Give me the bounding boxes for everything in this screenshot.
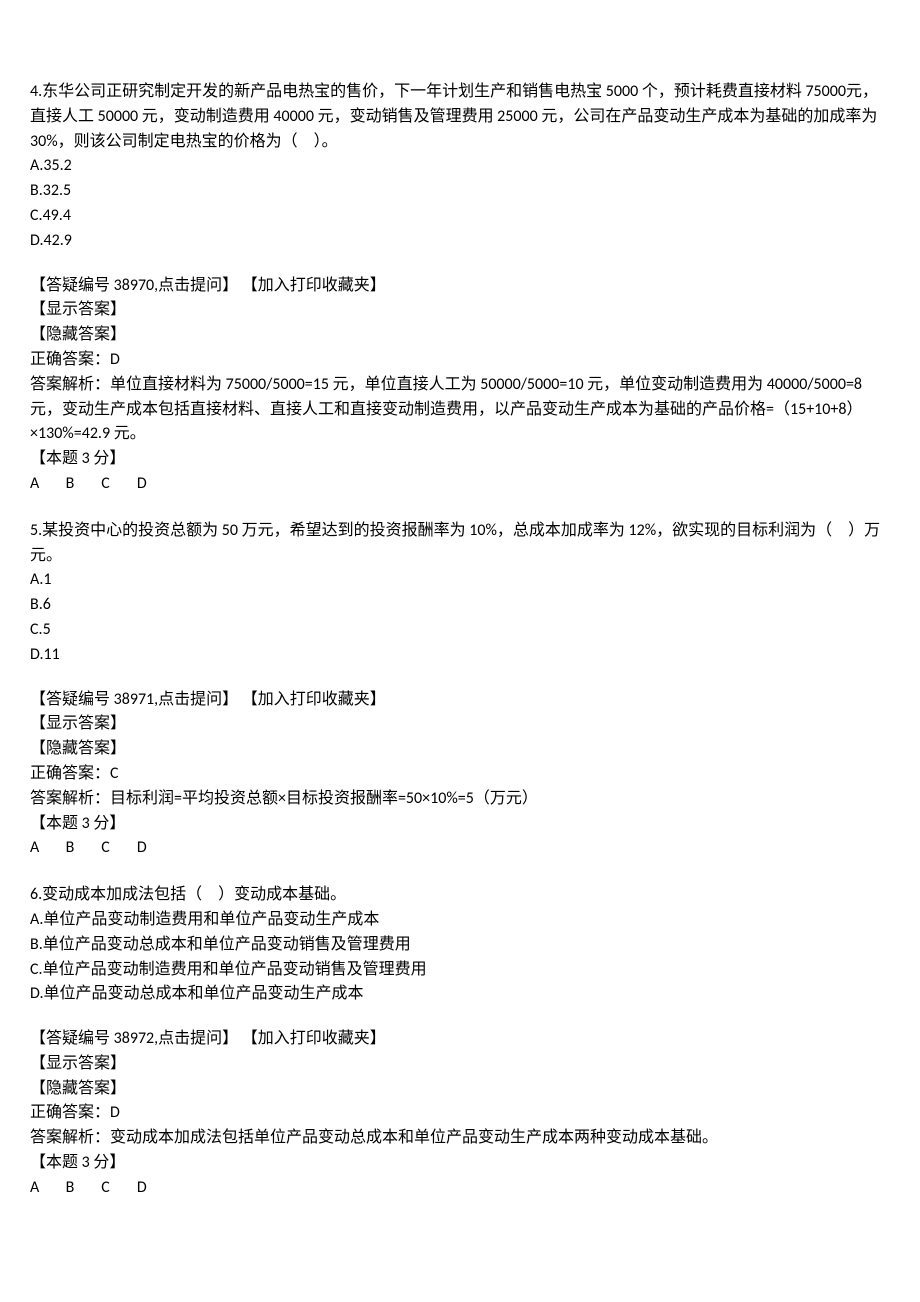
- choice-b[interactable]: B: [66, 1176, 98, 1201]
- answer-explanation: 答案解析：目标利润=平均投资总额×目标投资报酬率=50×10%=5（万元）: [30, 787, 890, 812]
- option-a[interactable]: A.1: [30, 568, 890, 593]
- option-a[interactable]: A.单位产品变动制造费用和单位产品变动生产成本: [30, 908, 890, 933]
- question-4: 4.东华公司正研究制定开发的新产品电热宝的售价，下一年计划生产和销售电热宝 50…: [30, 80, 890, 497]
- choice-a[interactable]: A: [30, 472, 62, 497]
- choice-d[interactable]: D: [137, 836, 169, 861]
- hide-answer-link[interactable]: 【隐藏答案】: [30, 737, 890, 762]
- question-6: 6.变动成本加成法包括（ ）变动成本基础。 A.单位产品变动制造费用和单位产品变…: [30, 883, 890, 1201]
- answer-choice-row: A B C D: [30, 472, 890, 497]
- ask-favorite-line[interactable]: 【答疑编号 38972,点击提问】 【加入打印收藏夹】: [30, 1027, 890, 1052]
- choice-c[interactable]: C: [101, 836, 133, 861]
- choice-a[interactable]: A: [30, 836, 62, 861]
- option-b[interactable]: B.单位产品变动总成本和单位产品变动销售及管理费用: [30, 933, 890, 958]
- choice-c[interactable]: C: [101, 1176, 133, 1201]
- option-d[interactable]: D.11: [30, 643, 890, 668]
- ask-favorite-line[interactable]: 【答疑编号 38971,点击提问】 【加入打印收藏夹】: [30, 688, 890, 713]
- question-stem: 5.某投资中心的投资总额为 50 万元，希望达到的投资报酬率为 10%，总成本加…: [30, 519, 890, 569]
- option-c[interactable]: C.49.4: [30, 204, 890, 229]
- question-score: 【本题 3 分】: [30, 812, 890, 837]
- question-stem: 6.变动成本加成法包括（ ）变动成本基础。: [30, 883, 890, 908]
- choice-b[interactable]: B: [66, 836, 98, 861]
- answer-choice-row: A B C D: [30, 836, 890, 861]
- option-b[interactable]: B.32.5: [30, 179, 890, 204]
- answer-choice-row: A B C D: [30, 1176, 890, 1201]
- option-d[interactable]: D.单位产品变动总成本和单位产品变动生产成本: [30, 982, 890, 1007]
- hide-answer-link[interactable]: 【隐藏答案】: [30, 1077, 890, 1102]
- option-c[interactable]: C.5: [30, 618, 890, 643]
- correct-answer: 正确答案：D: [30, 348, 890, 373]
- correct-answer: 正确答案：D: [30, 1101, 890, 1126]
- ask-favorite-line[interactable]: 【答疑编号 38970,点击提问】 【加入打印收藏夹】: [30, 274, 890, 299]
- show-answer-link[interactable]: 【显示答案】: [30, 712, 890, 737]
- choice-c[interactable]: C: [101, 472, 133, 497]
- option-d[interactable]: D.42.9: [30, 229, 890, 254]
- show-answer-link[interactable]: 【显示答案】: [30, 298, 890, 323]
- answer-explanation: 答案解析：变动成本加成法包括单位产品变动总成本和单位产品变动生产成本两种变动成本…: [30, 1126, 890, 1151]
- choice-d[interactable]: D: [137, 472, 169, 497]
- choice-d[interactable]: D: [137, 1176, 169, 1201]
- answer-explanation: 答案解析：单位直接材料为 75000/5000=15 元，单位直接人工为 500…: [30, 373, 890, 447]
- correct-answer: 正确答案：C: [30, 762, 890, 787]
- question-score: 【本题 3 分】: [30, 1151, 890, 1176]
- question-5: 5.某投资中心的投资总额为 50 万元，希望达到的投资报酬率为 10%，总成本加…: [30, 519, 890, 861]
- option-b[interactable]: B.6: [30, 593, 890, 618]
- choice-b[interactable]: B: [66, 472, 98, 497]
- question-stem: 4.东华公司正研究制定开发的新产品电热宝的售价，下一年计划生产和销售电热宝 50…: [30, 80, 890, 154]
- option-a[interactable]: A.35.2: [30, 154, 890, 179]
- show-answer-link[interactable]: 【显示答案】: [30, 1052, 890, 1077]
- option-c[interactable]: C.单位产品变动制造费用和单位产品变动销售及管理费用: [30, 958, 890, 983]
- question-score: 【本题 3 分】: [30, 447, 890, 472]
- choice-a[interactable]: A: [30, 1176, 62, 1201]
- hide-answer-link[interactable]: 【隐藏答案】: [30, 323, 890, 348]
